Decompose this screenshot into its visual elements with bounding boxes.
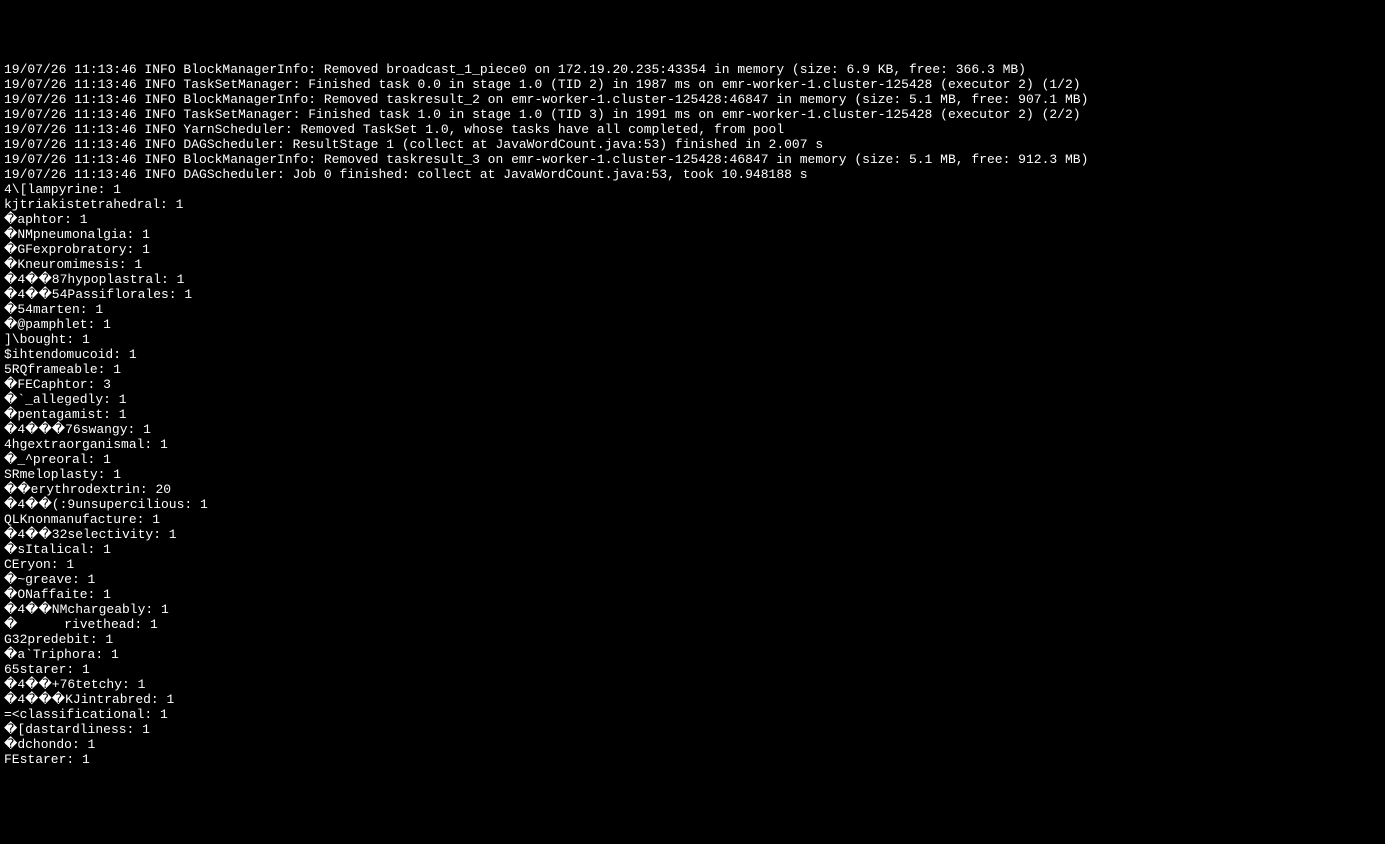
terminal-line: �4���KJintrabred: 1 bbox=[4, 692, 1381, 707]
terminal-line: �54marten: 1 bbox=[4, 302, 1381, 317]
terminal-line: 19/07/26 11:13:46 INFO BlockManagerInfo:… bbox=[4, 152, 1381, 167]
terminal-line: �_^preoral: 1 bbox=[4, 452, 1381, 467]
terminal-line: �4��+76tetchy: 1 bbox=[4, 677, 1381, 692]
terminal-line: 19/07/26 11:13:46 INFO TaskSetManager: F… bbox=[4, 77, 1381, 92]
terminal-line: ��erythrodextrin: 20 bbox=[4, 482, 1381, 497]
terminal-line: SRmeloplasty: 1 bbox=[4, 467, 1381, 482]
terminal-line: �4��32selectivity: 1 bbox=[4, 527, 1381, 542]
terminal-line: 19/07/26 11:13:46 INFO BlockManagerInfo:… bbox=[4, 92, 1381, 107]
terminal-line: �dchondo: 1 bbox=[4, 737, 1381, 752]
terminal-line: �4���76swangy: 1 bbox=[4, 422, 1381, 437]
terminal-line: $ihtendomucoid: 1 bbox=[4, 347, 1381, 362]
terminal-line: �GFexprobratory: 1 bbox=[4, 242, 1381, 257]
terminal-line: 4\[lampyrine: 1 bbox=[4, 182, 1381, 197]
terminal-line: �FECaphtor: 3 bbox=[4, 377, 1381, 392]
terminal-line: 19/07/26 11:13:46 INFO TaskSetManager: F… bbox=[4, 107, 1381, 122]
terminal-line: �a`Triphora: 1 bbox=[4, 647, 1381, 662]
terminal-line: 5RQframeable: 1 bbox=[4, 362, 1381, 377]
terminal-line: �sItalical: 1 bbox=[4, 542, 1381, 557]
terminal-line: �4��87hypoplastral: 1 bbox=[4, 272, 1381, 287]
terminal-line: 65starer: 1 bbox=[4, 662, 1381, 677]
terminal-line: �@pamphlet: 1 bbox=[4, 317, 1381, 332]
terminal-line: �pentagamist: 1 bbox=[4, 407, 1381, 422]
terminal-line: � rivethead: 1 bbox=[4, 617, 1381, 632]
terminal-line: =<classificational: 1 bbox=[4, 707, 1381, 722]
terminal-line: 19/07/26 11:13:46 INFO BlockManagerInfo:… bbox=[4, 62, 1381, 77]
terminal-line: �Kneuromimesis: 1 bbox=[4, 257, 1381, 272]
terminal-line: �`_allegedly: 1 bbox=[4, 392, 1381, 407]
terminal-line: 19/07/26 11:13:46 INFO YarnScheduler: Re… bbox=[4, 122, 1381, 137]
terminal-line: FEstarer: 1 bbox=[4, 752, 1381, 767]
terminal-line: �~greave: 1 bbox=[4, 572, 1381, 587]
terminal-line: kjtriakistetrahedral: 1 bbox=[4, 197, 1381, 212]
terminal-line: �[dastardliness: 1 bbox=[4, 722, 1381, 737]
terminal-line: �aphtor: 1 bbox=[4, 212, 1381, 227]
terminal-line: �NMpneumonalgia: 1 bbox=[4, 227, 1381, 242]
terminal-line: �4��(:9unsupercilious: 1 bbox=[4, 497, 1381, 512]
terminal-line: 4hgextraorganismal: 1 bbox=[4, 437, 1381, 452]
terminal-line: �4��54Passiflorales: 1 bbox=[4, 287, 1381, 302]
terminal-line: CEryon: 1 bbox=[4, 557, 1381, 572]
terminal-line: �ONaffaite: 1 bbox=[4, 587, 1381, 602]
terminal-line: 19/07/26 11:13:46 INFO DAGScheduler: Job… bbox=[4, 167, 1381, 182]
terminal-line: �4��NMchargeably: 1 bbox=[4, 602, 1381, 617]
terminal-output[interactable]: 19/07/26 11:13:46 INFO BlockManagerInfo:… bbox=[4, 62, 1381, 767]
terminal-line: G32predebit: 1 bbox=[4, 632, 1381, 647]
terminal-line: ]\bought: 1 bbox=[4, 332, 1381, 347]
terminal-line: 19/07/26 11:13:46 INFO DAGScheduler: Res… bbox=[4, 137, 1381, 152]
terminal-line: QLKnonmanufacture: 1 bbox=[4, 512, 1381, 527]
